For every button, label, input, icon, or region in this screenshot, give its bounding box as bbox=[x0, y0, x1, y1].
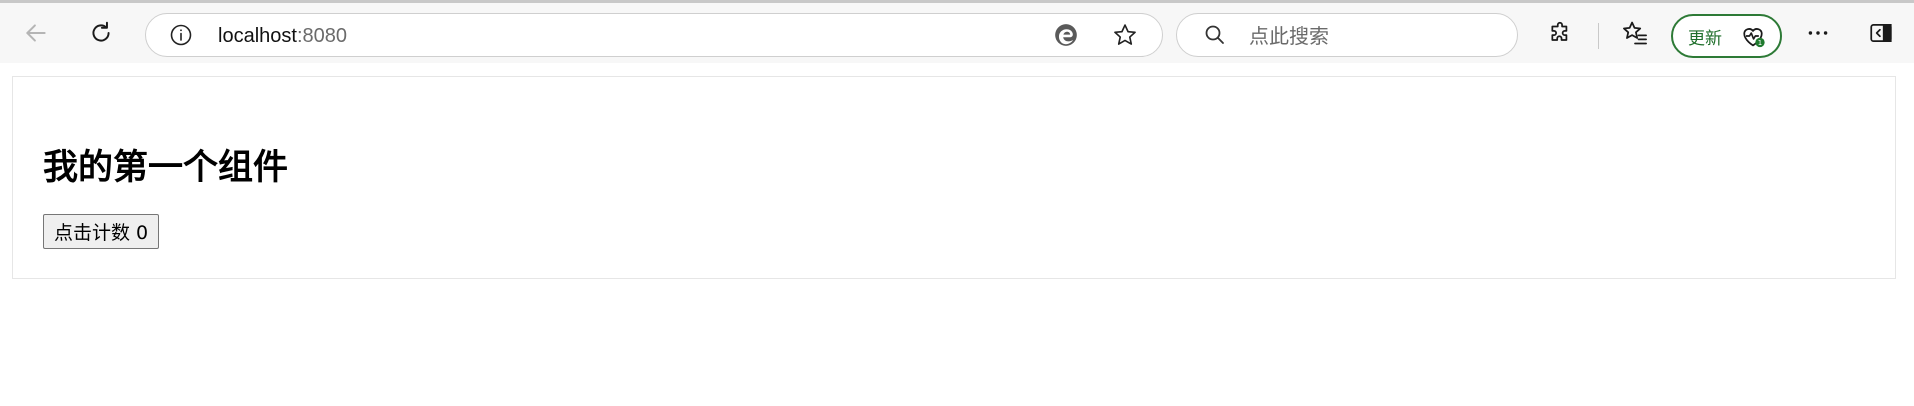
edge-logo-icon[interactable] bbox=[1048, 17, 1084, 53]
update-button[interactable]: 更新 1 bbox=[1671, 14, 1782, 58]
search-input[interactable] bbox=[1247, 22, 1501, 50]
click-count-button[interactable]: 点击计数 0 bbox=[43, 214, 160, 249]
puzzle-icon[interactable] bbox=[1543, 15, 1579, 51]
star-icon[interactable] bbox=[1107, 17, 1143, 53]
more-icon[interactable] bbox=[1800, 15, 1836, 51]
toolbar-divider bbox=[1598, 23, 1599, 49]
browser-toolbar: localhost:8080 点此搜索 更新 1 bbox=[0, 0, 1914, 63]
search-icon bbox=[1197, 17, 1233, 53]
sidebar-icon[interactable] bbox=[1863, 15, 1899, 51]
address-bar[interactable]: localhost:8080 bbox=[145, 13, 1163, 57]
favorites-icon[interactable] bbox=[1617, 15, 1653, 51]
refresh-icon[interactable] bbox=[83, 15, 119, 51]
search-box[interactable] bbox=[1176, 13, 1518, 57]
page-title: 我的第一个组件 bbox=[43, 148, 289, 188]
url-host: localhost bbox=[218, 25, 297, 47]
update-label: 更新 bbox=[1688, 28, 1722, 49]
info-icon[interactable] bbox=[163, 17, 199, 53]
page-content: 我的第一个组件 点击计数 0 bbox=[0, 63, 1914, 406]
url-text[interactable]: localhost:8080 bbox=[218, 25, 347, 48]
back-arrow-icon[interactable] bbox=[18, 15, 54, 51]
component-container: 我的第一个组件 点击计数 0 bbox=[12, 76, 1896, 279]
update-badge: 1 bbox=[1758, 39, 1762, 47]
url-port: :8080 bbox=[296, 25, 347, 47]
heartbeat-icon: 1 bbox=[1735, 18, 1771, 54]
